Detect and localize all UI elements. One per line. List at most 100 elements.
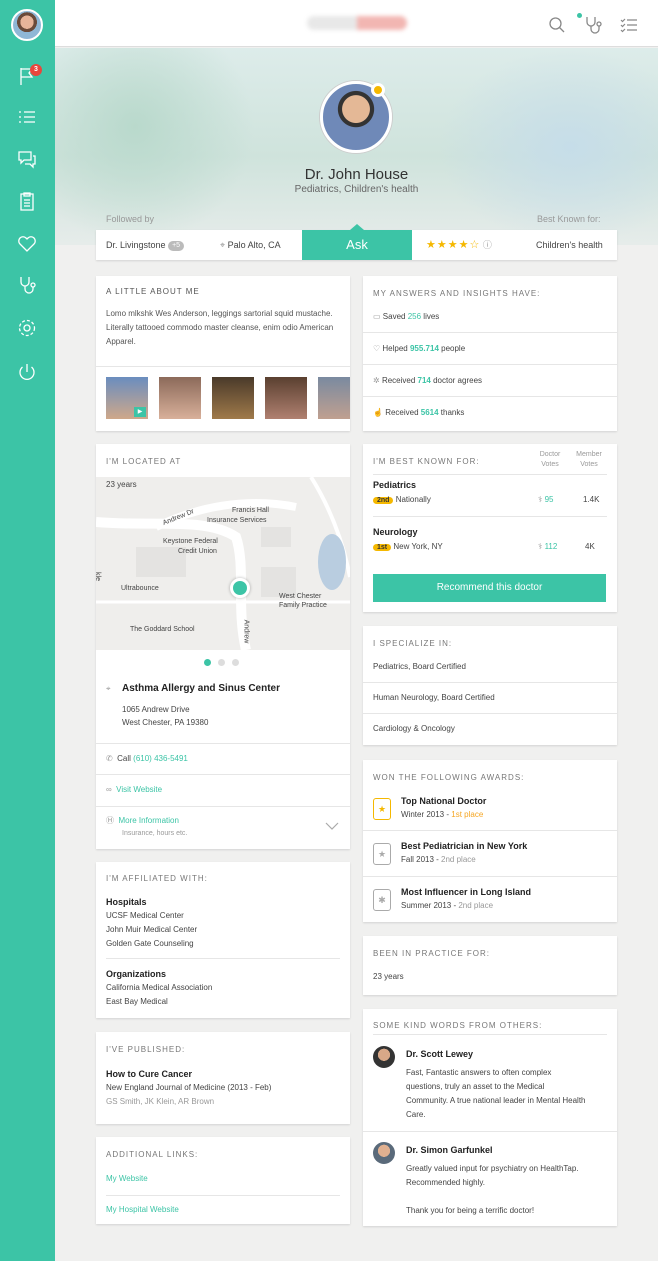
insights-title: MY ANSWERS AND INSIGHTS HAVE: xyxy=(373,289,541,298)
published-card: I'VE PUBLISHED: How to Cure Cancer New E… xyxy=(96,1032,350,1124)
location: ⌖ Palo Alto, CA xyxy=(220,230,281,260)
website-row[interactable]: ∞ Visit Website xyxy=(106,783,162,797)
chat-icon[interactable] xyxy=(15,147,39,171)
reviewer-avatar[interactable] xyxy=(373,1142,395,1164)
link-hospital-website[interactable]: My Hospital Website xyxy=(106,1203,179,1217)
affiliated-card: I'M AFFILIATED WITH: Hospitals UCSF Medi… xyxy=(96,862,350,1018)
hospitals-label: Hospitals xyxy=(106,897,147,907)
pager-dot[interactable] xyxy=(232,659,239,666)
thumbs-up-icon: ☝ xyxy=(373,408,383,417)
kind-words-title: SOME KIND WORDS FROM OTHERS: xyxy=(373,1021,543,1030)
specialty-item: Pediatrics, Board Certified xyxy=(373,662,466,671)
user-avatar[interactable] xyxy=(11,9,43,41)
link-my-website[interactable]: My Website xyxy=(106,1172,148,1186)
clinic-address-1: 1065 Andrew Drive xyxy=(122,705,190,714)
checklist-nav-icon[interactable] xyxy=(15,105,39,129)
link-icon: ∞ xyxy=(106,785,112,794)
member-votes-header: Member Votes xyxy=(576,451,602,468)
about-card: A LITTLE ABOUT ME Lomo mlkshk Wes Anders… xyxy=(96,276,350,431)
map-label: Francis Hall xyxy=(232,507,269,514)
map-label: Keystone Federal xyxy=(163,538,218,545)
member-votes: 1.4K xyxy=(583,495,600,504)
publication-journal: New England Journal of Medicine (2013 - … xyxy=(106,1083,272,1092)
reviewer-avatar[interactable] xyxy=(373,1046,395,1068)
notification-badge: 3 xyxy=(30,64,42,76)
map-label: West Chester xyxy=(279,593,322,600)
awards-card: WON THE FOLLOWING AWARDS: ★ Top National… xyxy=(363,760,617,922)
follower-more-badge[interactable]: +5 xyxy=(168,240,185,251)
map-label: The Goddard School xyxy=(130,626,195,633)
org-item: East Bay Medical xyxy=(106,997,168,1006)
map-label: 23 years xyxy=(106,480,137,489)
pin-icon: ⌖ xyxy=(220,240,226,250)
power-icon[interactable] xyxy=(15,360,39,384)
photo-thumbnail[interactable] xyxy=(159,377,201,419)
recommend-button[interactable]: Recommend this doctor xyxy=(373,574,606,602)
call-row[interactable]: ✆ Call (610) 436-5491 xyxy=(106,752,188,766)
located-title: I'M LOCATED AT xyxy=(106,457,182,466)
followed-by-label: Followed by xyxy=(106,214,155,224)
info-icon[interactable]: ⓘ xyxy=(483,240,492,250)
links-card: ADDITIONAL LINKS: My Website My Hospital… xyxy=(96,1137,350,1224)
links-title: ADDITIONAL LINKS: xyxy=(106,1150,199,1159)
photo-thumbnail[interactable] xyxy=(318,377,350,419)
top-bar xyxy=(55,0,658,47)
affiliated-title: I'M AFFILIATED WITH: xyxy=(106,874,208,883)
sidebar: 3 xyxy=(0,0,55,1261)
gear-icon[interactable] xyxy=(15,316,39,340)
about-text: Lomo mlkshk Wes Anderson, leggings sarto… xyxy=(106,309,334,346)
known-item-rank: 2nd Nationally xyxy=(373,493,431,508)
stethoscope-nav-icon[interactable] xyxy=(15,273,39,297)
stethoscope-icon[interactable] xyxy=(584,15,602,35)
badge-icon: ✲ xyxy=(373,376,380,385)
member-votes: 4K xyxy=(585,542,595,551)
clinic-address-2: West Chester, PA 19380 xyxy=(122,718,209,727)
checklist-icon[interactable] xyxy=(620,17,638,33)
award-meta: Summer 2013 - 2nd place xyxy=(401,901,494,910)
rating: ★★★★☆ ⓘ xyxy=(426,230,492,260)
hospital-item: UCSF Medical Center xyxy=(106,911,184,920)
best-known-label: Best Known for: xyxy=(537,214,601,224)
location-text: Palo Alto, CA xyxy=(227,240,281,250)
photo-thumbnail[interactable] xyxy=(265,377,307,419)
orgs-label: Organizations xyxy=(106,969,167,979)
best-known-card: I'M BEST KNOWN FOR: Doctor Votes Member Vo… xyxy=(363,444,617,612)
ask-button[interactable]: Ask xyxy=(302,224,412,260)
stethoscope-indicator-dot xyxy=(577,13,582,18)
app-logo[interactable] xyxy=(307,16,407,30)
hospital-item: Golden Gate Counseling xyxy=(106,939,194,948)
clipboard-icon[interactable] xyxy=(15,189,39,213)
pager-dot[interactable] xyxy=(204,659,211,666)
phone-icon: ✆ xyxy=(106,754,113,763)
photo-thumbnail[interactable] xyxy=(212,377,254,419)
kind-words-card: SOME KIND WORDS FROM OTHERS: Dr. Scott L… xyxy=(363,1009,617,1226)
insights-card: MY ANSWERS AND INSIGHTS HAVE: ▭ Saved 25… xyxy=(363,276,617,431)
more-info-row[interactable]: Ⓗ More Information xyxy=(106,814,179,828)
photo-thumbnail[interactable]: ▶ xyxy=(106,377,148,419)
chevron-down-icon[interactable] xyxy=(325,822,339,830)
map-label: Family Practice xyxy=(279,602,327,609)
review-text: Greatly valued input for psychiatry on H… xyxy=(406,1164,579,1215)
award-name: Top National Doctor xyxy=(401,796,487,806)
heart-icon[interactable] xyxy=(15,231,39,255)
award-name: Best Pediatrician in New York xyxy=(401,841,528,851)
map-label: Credit Union xyxy=(178,548,217,555)
doctor-votes: ⚕ 112 xyxy=(538,542,558,551)
specialty-item: Human Neurology, Board Certified xyxy=(373,693,495,702)
published-title: I'VE PUBLISHED: xyxy=(106,1045,186,1054)
best-known-title: I'M BEST KNOWN FOR: xyxy=(373,457,480,466)
follower[interactable]: Dr. Livingstone +5 xyxy=(106,230,185,260)
insight-saved: ▭ Saved 256 lives xyxy=(373,312,440,321)
gold-award-icon: ★ xyxy=(373,798,391,820)
map-marker[interactable] xyxy=(230,578,250,598)
pager-dot[interactable] xyxy=(218,659,225,666)
pin-icon: ⌖ xyxy=(106,684,111,693)
award-meta: Winter 2013 - 1st place xyxy=(401,810,484,819)
more-info-sub: Insurance, hours etc. xyxy=(122,830,188,837)
follower-name: Dr. Livingstone xyxy=(106,240,166,250)
search-icon[interactable] xyxy=(548,16,566,34)
map-label: Insurance Services xyxy=(207,517,267,524)
practice-title: BEEN IN PRACTICE FOR: xyxy=(373,949,491,958)
map[interactable]: 23 years Francis Hall Insurance Services… xyxy=(96,477,350,650)
specialty-item: Cardiology & Oncology xyxy=(373,724,455,733)
